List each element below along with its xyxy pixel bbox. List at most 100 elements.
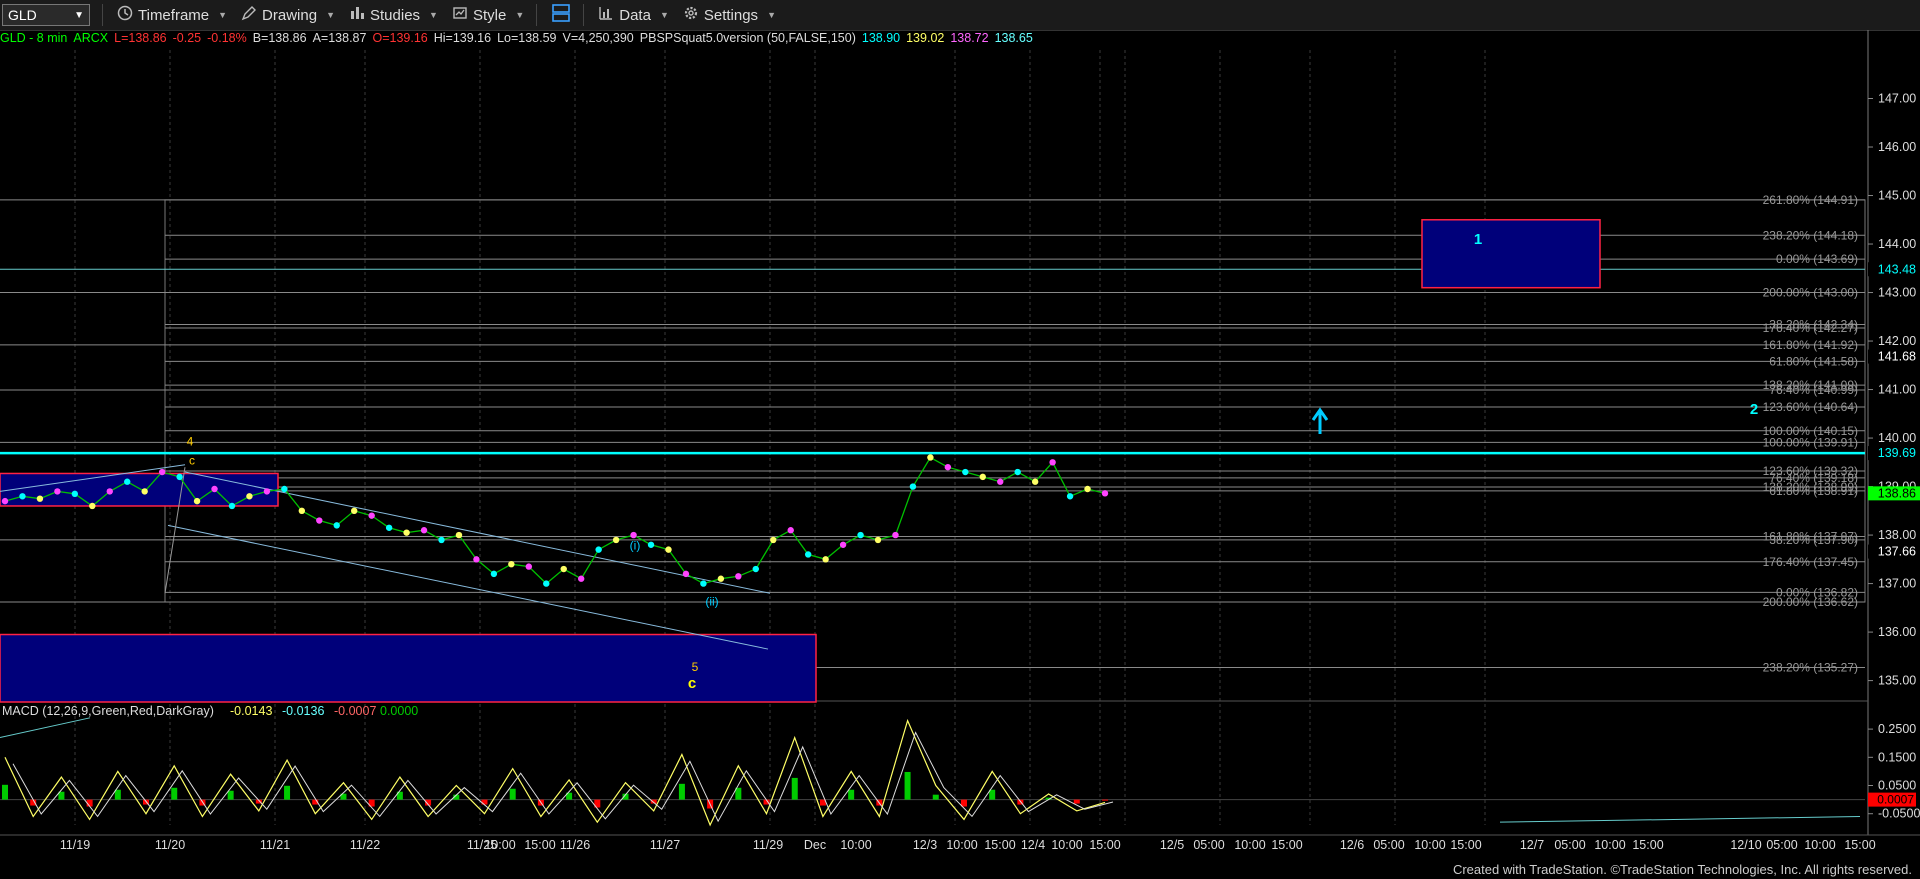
price-marker bbox=[36, 495, 44, 502]
wave-label: (ii) bbox=[705, 594, 718, 608]
price-flag-label: 143.48 bbox=[1878, 262, 1916, 276]
price-marker bbox=[385, 524, 393, 531]
wave-label: c bbox=[688, 675, 696, 692]
fib-level-label: 76.40% (140.99) bbox=[1769, 383, 1858, 397]
price-tick-label: 147.00 bbox=[1878, 92, 1916, 106]
time-tick-label: 12/3 bbox=[913, 838, 937, 852]
time-tick-label: 15:00 bbox=[984, 838, 1015, 852]
fib-level-label: 38.20% (137.90) bbox=[1769, 533, 1858, 547]
fib-level-label: 61.80% (141.58) bbox=[1769, 354, 1858, 368]
price-marker bbox=[682, 570, 690, 578]
macd-histogram-bar bbox=[509, 788, 516, 800]
price-marker bbox=[962, 468, 969, 476]
time-tick-label: 05:00 bbox=[1373, 838, 1404, 852]
price-flag-label: 141.68 bbox=[1878, 350, 1916, 364]
price-tick-label: 136.00 bbox=[1878, 625, 1916, 639]
time-tick-label: 10:00 bbox=[1594, 838, 1625, 852]
price-tick-label: 145.00 bbox=[1878, 189, 1916, 203]
time-tick-label: 15:00 bbox=[1089, 838, 1120, 852]
price-flag-label: 139.69 bbox=[1878, 446, 1916, 460]
time-tick-label: 11/27 bbox=[650, 838, 680, 852]
wave-label: 1 bbox=[1474, 231, 1482, 248]
price-marker bbox=[909, 483, 917, 490]
price-marker bbox=[857, 531, 864, 539]
price-marker bbox=[368, 512, 375, 519]
price-marker bbox=[1066, 493, 1074, 500]
price-marker bbox=[997, 478, 1004, 485]
price-marker bbox=[1014, 468, 1021, 476]
time-tick-label: 11/21 bbox=[260, 838, 290, 852]
macd-histogram-bar bbox=[284, 785, 291, 800]
price-marker bbox=[1101, 490, 1109, 497]
macd-title: MACD (12,26,9,Green,Red,DarkGray) bbox=[2, 704, 214, 718]
fib-level-label: 61.80% (138.91) bbox=[1769, 484, 1858, 498]
price-marker bbox=[193, 497, 201, 505]
fib-level-label: 261.80% (144.91) bbox=[1763, 193, 1858, 207]
price-marker bbox=[473, 556, 480, 563]
time-tick-label: 05:00 bbox=[1193, 838, 1224, 852]
wave-label: 2 bbox=[1750, 401, 1758, 418]
macd-tick-label: 0.0500 bbox=[1878, 779, 1916, 793]
macd-tick-label: 0.2500 bbox=[1878, 722, 1916, 736]
price-marker bbox=[543, 580, 550, 587]
target-box-1 bbox=[1421, 219, 1601, 289]
macd-histogram-bar bbox=[932, 794, 939, 800]
price-marker bbox=[1084, 485, 1091, 493]
time-tick-label: 15:00 bbox=[524, 838, 555, 852]
price-marker bbox=[490, 570, 498, 578]
price-marker bbox=[577, 575, 585, 582]
wave-label: 4 bbox=[187, 434, 194, 448]
price-marker bbox=[246, 493, 253, 500]
macd-flag-label: 0.0007 bbox=[1877, 793, 1914, 807]
time-tick-label: 10:00 bbox=[484, 838, 515, 852]
price-marker bbox=[281, 485, 288, 493]
price-marker bbox=[158, 468, 166, 476]
macd-histogram-bar bbox=[2, 784, 8, 800]
price-marker bbox=[560, 565, 567, 573]
price-marker bbox=[717, 575, 725, 582]
price-chart[interactable]: 147.00 146.00 145.00 144.00 143.00 142.00 141.… bbox=[0, 0, 1920, 879]
macd-signal-line bbox=[12, 731, 1114, 823]
time-tick-label: 05:00 bbox=[1766, 838, 1797, 852]
time-tick-label: 12/4 bbox=[1021, 838, 1045, 852]
time-tick-label: 10:00 bbox=[840, 838, 871, 852]
time-tick-label: Dec bbox=[804, 838, 826, 852]
price-tick-label: 141.00 bbox=[1878, 383, 1916, 397]
channel-lower bbox=[167, 524, 769, 650]
wave-label: (i) bbox=[630, 539, 641, 553]
time-tick-label: 15:00 bbox=[1450, 838, 1481, 852]
macd-histogram-bar bbox=[481, 799, 488, 805]
time-tick-label: 11/19 bbox=[60, 838, 90, 852]
price-marker bbox=[822, 556, 829, 563]
price-marker bbox=[124, 478, 131, 485]
macd-histogram-bar bbox=[989, 789, 996, 800]
fib-level-label: 176.40% (137.45) bbox=[1763, 555, 1858, 569]
price-marker bbox=[1031, 478, 1039, 485]
price-marker bbox=[1, 497, 9, 505]
price-marker bbox=[228, 502, 236, 510]
price-tick-label: 138.00 bbox=[1878, 528, 1916, 542]
price-tick-label: 135.00 bbox=[1878, 674, 1916, 688]
price-marker bbox=[979, 473, 986, 481]
price-marker bbox=[927, 454, 934, 461]
macd-histogram-bar bbox=[114, 789, 121, 800]
macd-value-1: -0.0143 bbox=[230, 704, 272, 718]
price-marker bbox=[874, 536, 882, 544]
price-marker bbox=[54, 488, 61, 495]
fib-frame bbox=[164, 199, 1866, 603]
price-marker bbox=[595, 546, 602, 553]
time-tick-label: 12/7 bbox=[1520, 838, 1544, 852]
time-tick-label: 10:00 bbox=[1234, 838, 1265, 852]
price-marker bbox=[665, 546, 672, 553]
price-marker bbox=[420, 527, 428, 534]
price-tick-label: 137.00 bbox=[1878, 577, 1916, 591]
price-marker bbox=[403, 529, 410, 536]
time-tick-label: 10:00 bbox=[946, 838, 977, 852]
macd-value-2: -0.0136 bbox=[282, 704, 324, 718]
price-marker bbox=[630, 531, 637, 539]
fib-level-label: 200.00% (143.00) bbox=[1763, 286, 1858, 300]
macd-histogram-bar bbox=[171, 787, 178, 800]
price-marker bbox=[770, 536, 777, 544]
price-marker bbox=[351, 507, 358, 515]
price-marker bbox=[647, 541, 655, 548]
